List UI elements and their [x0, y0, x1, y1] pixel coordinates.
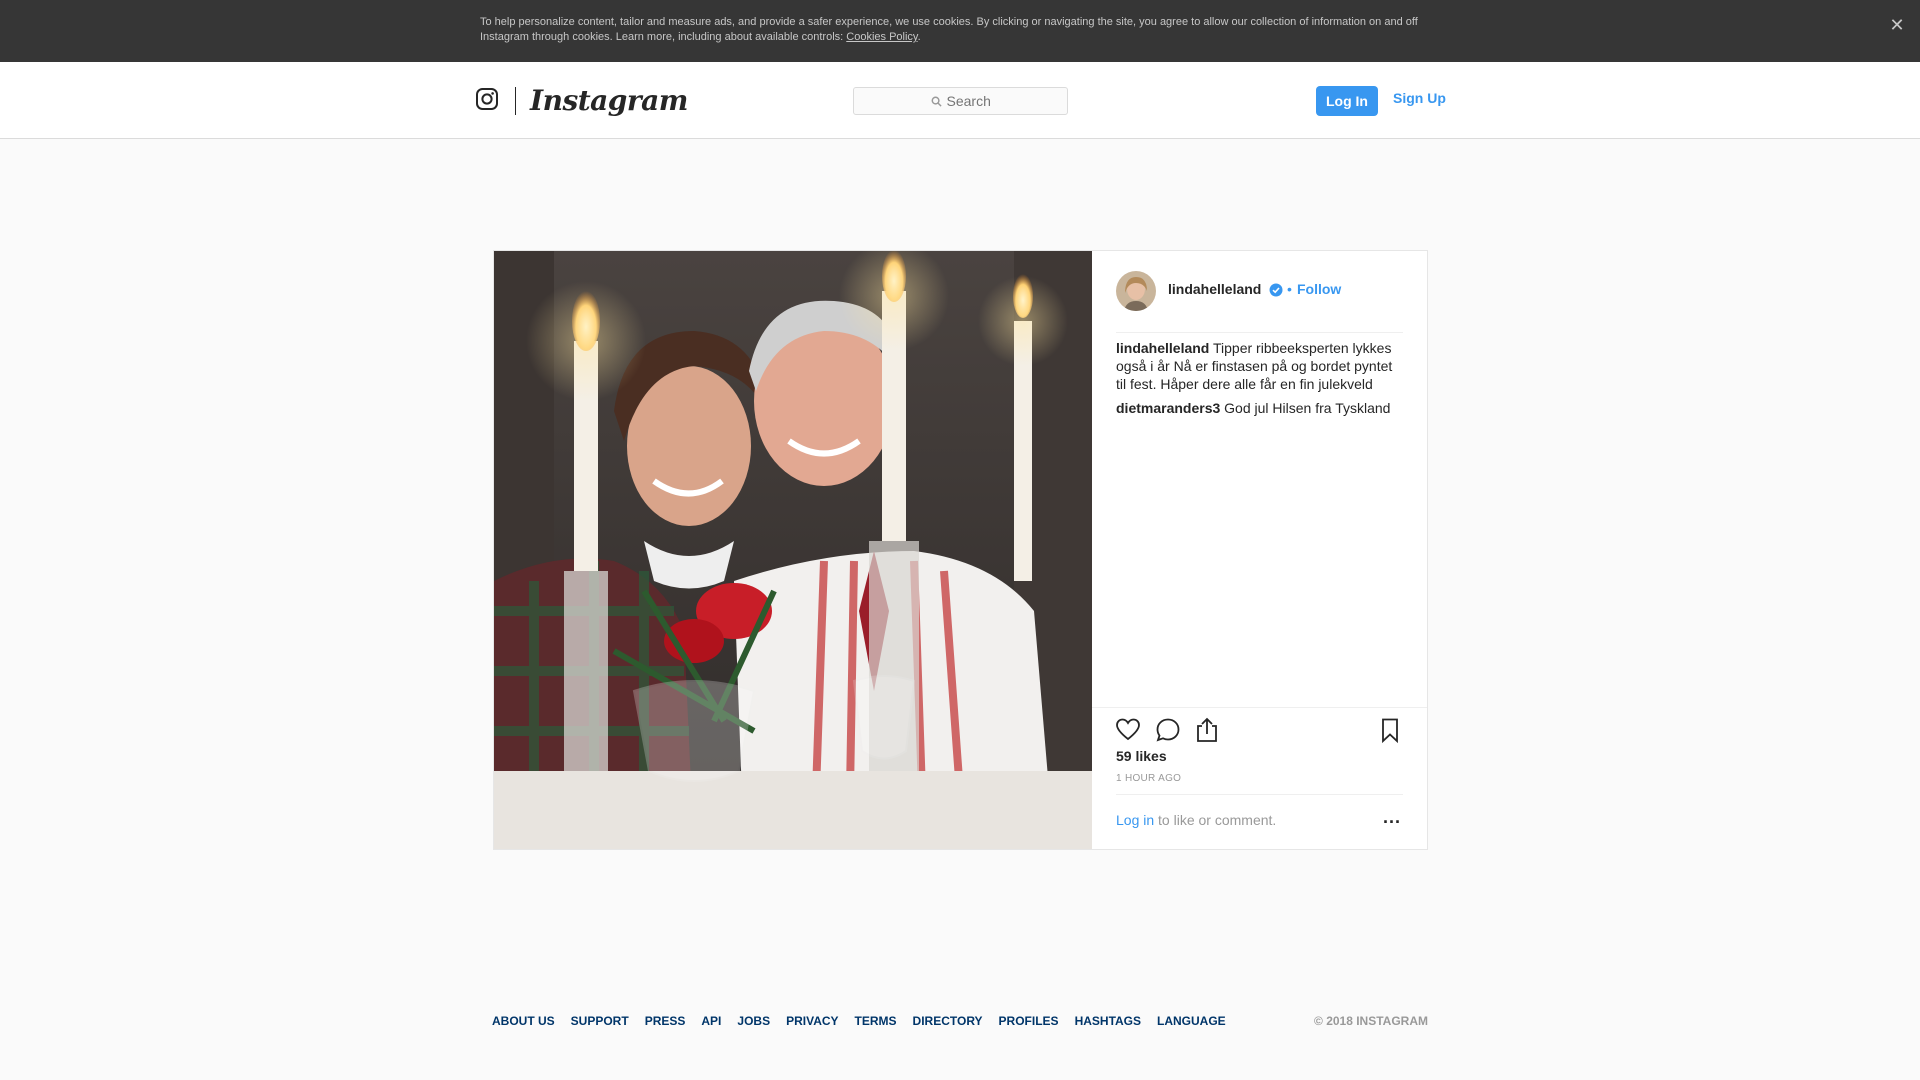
- footer-link-profiles[interactable]: PROFILES: [999, 1014, 1059, 1028]
- cookies-policy-link[interactable]: Cookies Policy: [846, 31, 917, 43]
- nav-divider: [515, 87, 516, 115]
- comment-username[interactable]: lindahelleland: [1116, 340, 1209, 356]
- copyright: © 2018 INSTAGRAM: [1314, 1014, 1428, 1028]
- footer-link-privacy[interactable]: PRIVACY: [786, 1014, 838, 1028]
- actions-divider: [1092, 707, 1427, 708]
- top-navbar: Instagram Log In Sign Up: [0, 62, 1920, 139]
- cookie-text: To help personalize content, tailor and …: [480, 15, 1440, 45]
- comment-text: God jul Hilsen fra Tyskland: [1224, 400, 1391, 416]
- more-options-button[interactable]: ...: [1382, 808, 1402, 832]
- footer-link-hashtags[interactable]: HASHTAGS: [1075, 1014, 1141, 1028]
- comment-divider: [1116, 794, 1403, 795]
- footer-link-press[interactable]: PRESS: [645, 1014, 686, 1028]
- page-footer: ABOUT US SUPPORT PRESS API JOBS PRIVACY …: [492, 1014, 1428, 1030]
- heart-icon[interactable]: [1114, 716, 1142, 744]
- comment-icon[interactable]: [1154, 716, 1182, 744]
- comment-item: dietmaranders3 God jul Hilsen fra Tyskla…: [1116, 399, 1403, 417]
- login-prompt-text: to like or comment.: [1154, 812, 1277, 828]
- footer-link-support[interactable]: SUPPORT: [571, 1014, 629, 1028]
- post-photo-illustration: [494, 251, 1092, 849]
- instagram-glyph-icon[interactable]: [475, 87, 499, 111]
- post-timestamp[interactable]: 1 HOUR AGO: [1116, 773, 1181, 784]
- login-button[interactable]: Log In: [1316, 86, 1378, 116]
- likes-count[interactable]: 59 likes: [1116, 748, 1167, 764]
- search-input[interactable]: [946, 93, 991, 109]
- post-header: lindahelleland • Follow: [1116, 271, 1403, 333]
- footer-link-jobs[interactable]: JOBS: [737, 1014, 770, 1028]
- avatar[interactable]: [1116, 271, 1156, 311]
- footer-link-language[interactable]: LANGUAGE: [1157, 1014, 1226, 1028]
- footer-link-directory[interactable]: DIRECTORY: [913, 1014, 983, 1028]
- cookie-message: To help personalize content, tailor and …: [480, 16, 1418, 43]
- login-link[interactable]: Log in: [1116, 812, 1154, 828]
- cookie-trailing: .: [917, 31, 921, 43]
- bookmark-icon[interactable]: [1376, 716, 1404, 744]
- header-separator: •: [1287, 281, 1292, 297]
- login-prompt: Log in to like or comment.: [1116, 812, 1276, 828]
- cookie-banner: To help personalize content, tailor and …: [0, 0, 1920, 62]
- instagram-wordmark[interactable]: Instagram: [530, 84, 688, 117]
- comments-list: lindahelleland Tipper ribbeeksperten lyk…: [1116, 339, 1403, 423]
- post-sidebar: lindahelleland • Follow lindahelleland T…: [1092, 251, 1427, 849]
- search-icon: [931, 96, 942, 107]
- footer-link-api[interactable]: API: [701, 1014, 721, 1028]
- post-photo[interactable]: [494, 251, 1092, 849]
- post-card: lindahelleland • Follow lindahelleland T…: [493, 250, 1428, 850]
- verified-badge-icon: [1269, 283, 1283, 297]
- post-author-username[interactable]: lindahelleland: [1168, 281, 1261, 297]
- search-box[interactable]: [853, 87, 1068, 115]
- comment-item: lindahelleland Tipper ribbeeksperten lyk…: [1116, 339, 1403, 393]
- comment-username[interactable]: dietmaranders3: [1116, 400, 1220, 416]
- follow-button[interactable]: Follow: [1297, 281, 1341, 297]
- footer-links: ABOUT US SUPPORT PRESS API JOBS PRIVACY …: [492, 1014, 1226, 1028]
- footer-link-terms[interactable]: TERMS: [855, 1014, 897, 1028]
- close-icon[interactable]: ✕: [1886, 14, 1908, 36]
- signup-link[interactable]: Sign Up: [1393, 90, 1446, 106]
- footer-link-about[interactable]: ABOUT US: [492, 1014, 555, 1028]
- share-icon[interactable]: [1193, 716, 1221, 744]
